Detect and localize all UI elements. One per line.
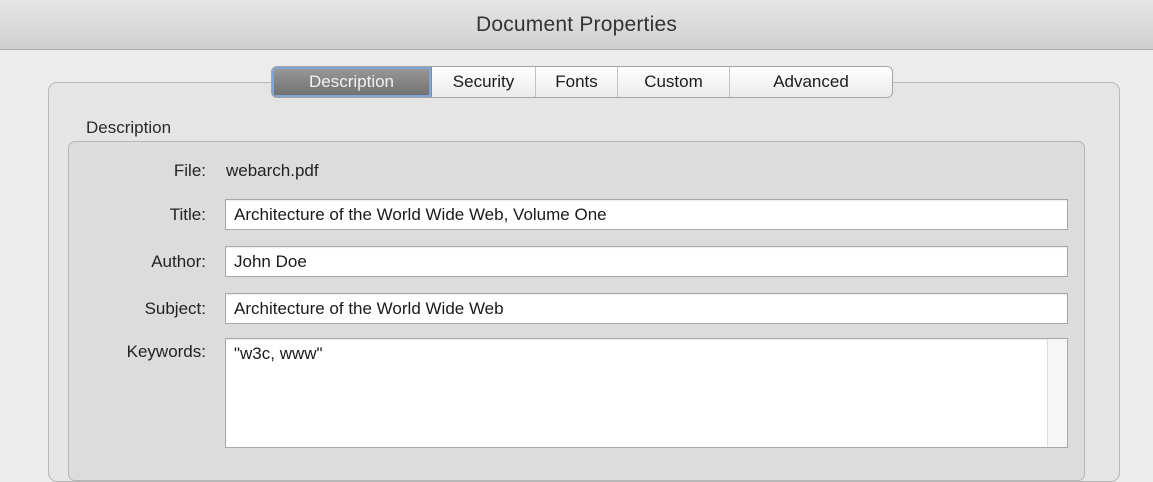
file-label: File: [173, 161, 206, 180]
tab-custom[interactable]: Custom [618, 67, 730, 97]
keywords-value: "w3c, www" [234, 344, 323, 363]
tab-security[interactable]: Security [432, 67, 536, 97]
subject-label: Subject: [144, 299, 206, 318]
title-label: Title: [169, 205, 206, 224]
section-label-description: Description [86, 118, 172, 137]
title-field[interactable]: Architecture of the World Wide Web, Volu… [225, 199, 1068, 230]
keywords-scrollbar[interactable] [1047, 339, 1067, 447]
file-value: webarch.pdf [226, 161, 319, 180]
author-label: Author: [151, 252, 206, 271]
tab-fonts[interactable]: Fonts [536, 67, 618, 97]
window-title: Document Properties [475, 12, 678, 36]
keywords-textarea[interactable]: "w3c, www" [225, 338, 1068, 448]
subject-field[interactable]: Architecture of the World Wide Web [225, 293, 1068, 324]
title-bar: Document Properties [0, 0, 1153, 50]
tab-description[interactable]: Description [272, 67, 432, 97]
tab-advanced[interactable]: Advanced [730, 67, 892, 97]
keywords-label: Keywords: [126, 342, 206, 361]
author-field[interactable]: John Doe [225, 246, 1068, 277]
tab-bar: Description Security Fonts Custom Advanc… [271, 66, 893, 98]
